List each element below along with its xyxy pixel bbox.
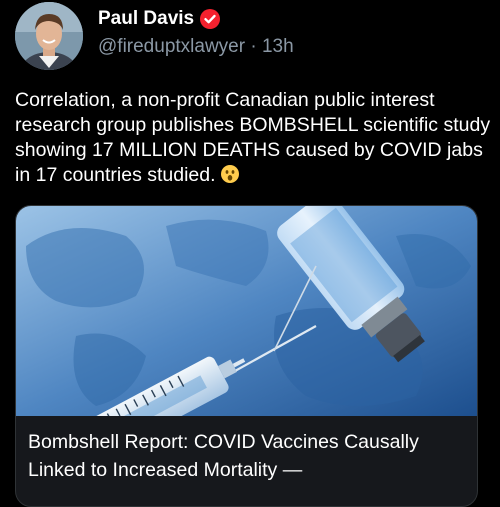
author-handle[interactable]: @fireduptxlawyer xyxy=(98,36,245,57)
author-row: Paul Davis xyxy=(98,8,294,30)
card-title[interactable]: Bombshell Report: COVID Vaccines Causall… xyxy=(28,428,468,484)
tweet-body: Correlation, a non-profit Canadian publi… xyxy=(15,89,491,186)
link-card[interactable]: Bombshell Report: COVID Vaccines Causall… xyxy=(15,205,478,507)
tweet-text: Correlation, a non-profit Canadian publi… xyxy=(15,88,493,188)
author-name[interactable]: Paul Davis xyxy=(98,8,194,30)
profile-photo-icon xyxy=(15,2,83,70)
separator-dot: · xyxy=(250,36,257,57)
handle-row: @fireduptxlawyer · 13h xyxy=(98,36,294,58)
verified-badge-icon xyxy=(200,9,221,29)
tweet-header: Paul Davis @fireduptxlawyer · 13h xyxy=(98,8,294,58)
astonished-face-icon xyxy=(220,165,239,183)
avatar[interactable] xyxy=(15,2,83,70)
vaccine-image-icon xyxy=(16,206,477,416)
timestamp[interactable]: 13h xyxy=(262,36,294,57)
